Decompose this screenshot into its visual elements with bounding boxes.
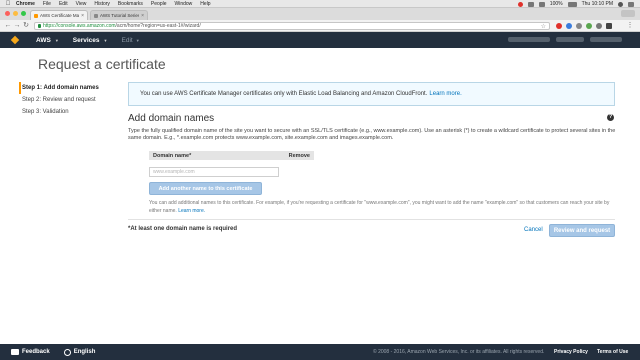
section-heading: Add domain names xyxy=(128,113,215,124)
console-footer: Feedback English © 2008 - 2016, Amazon W… xyxy=(0,344,640,360)
tab-aws-certificate-manager[interactable]: AWS Certificate Manager × xyxy=(30,10,88,20)
address-bar[interactable]: https://console.aws.amazon.com/acm/home?… xyxy=(34,22,550,30)
chevron-down-icon[interactable]: ▼ xyxy=(55,38,59,43)
section-description: Type the fully qualified domain name of … xyxy=(128,128,616,141)
menu-help[interactable]: Help xyxy=(200,1,210,7)
review-and-request-button[interactable]: Review and request xyxy=(549,224,615,237)
region-menu[interactable] xyxy=(556,37,584,42)
extension-icon[interactable] xyxy=(576,23,582,29)
add-another-name-button[interactable]: Add another name to this certificate xyxy=(149,182,262,195)
learn-more-link[interactable]: Learn more. xyxy=(429,91,461,97)
copyright-text: © 2008 - 2016, Amazon Web Services, Inc.… xyxy=(373,349,545,355)
chevron-down-icon[interactable]: ▼ xyxy=(136,38,140,43)
step-review-and-request[interactable]: Step 2: Review and request xyxy=(22,94,99,106)
step-add-domain-names[interactable]: Step 1: Add domain names xyxy=(19,82,99,94)
table-header: Domain name* Remove xyxy=(149,151,314,160)
menu-history[interactable]: History xyxy=(94,1,110,7)
maximize-window-icon[interactable] xyxy=(21,11,26,16)
support-menu[interactable] xyxy=(590,37,622,42)
bookmark-star-icon[interactable]: ☆ xyxy=(541,23,546,30)
os-menu-bar:  Chrome File Edit View History Bookmark… xyxy=(0,0,640,8)
forward-arrow-icon[interactable]: → xyxy=(13,22,21,30)
reload-icon[interactable]: ↻ xyxy=(22,22,30,30)
browser-toolbar: ← → ↻ https://console.aws.amazon.com/acm… xyxy=(0,20,640,32)
help-icon[interactable]: ? xyxy=(607,114,614,121)
info-banner: You can use AWS Certificate Manager cert… xyxy=(128,82,615,106)
info-text: You can use AWS Certificate Manager cert… xyxy=(140,91,428,97)
additional-names-hint: You can add additional names to this cer… xyxy=(149,199,615,215)
tab-aws-tutorial-series[interactable]: AWS Tutorial Series - Ba × xyxy=(90,10,148,20)
close-window-icon[interactable] xyxy=(5,11,10,16)
wifi-icon[interactable] xyxy=(527,1,534,7)
battery-percent: 100% xyxy=(549,1,563,7)
url-text: https://console.aws.amazon.com/acm/home?… xyxy=(43,23,201,29)
edit-menu[interactable]: Edit xyxy=(122,37,133,44)
battery-icon[interactable] xyxy=(567,1,577,7)
menu-edit[interactable]: Edit xyxy=(59,1,68,7)
page-title: Request a certificate xyxy=(38,56,166,72)
step-validation[interactable]: Step 3: Validation xyxy=(22,106,99,118)
language-label: English xyxy=(73,349,96,355)
menu-view[interactable]: View xyxy=(76,1,87,7)
extension-icon[interactable] xyxy=(596,23,602,29)
notification-center-icon[interactable] xyxy=(628,1,634,7)
domain-name-input[interactable] xyxy=(149,167,279,177)
language-selector[interactable]: English xyxy=(63,348,96,356)
page-favicon-icon xyxy=(94,13,98,18)
tab-close-icon[interactable]: × xyxy=(141,13,144,19)
extension-icon[interactable] xyxy=(586,23,592,29)
chrome-menu-icon[interactable]: ⋮ xyxy=(626,22,634,30)
minimize-window-icon[interactable] xyxy=(13,11,18,16)
cancel-link[interactable]: Cancel xyxy=(524,227,543,233)
required-note: *At least one domain name is required xyxy=(128,226,238,232)
globe-icon xyxy=(63,348,71,356)
account-menu[interactable] xyxy=(508,37,550,42)
services-menu[interactable]: Services xyxy=(73,37,100,44)
feedback-label: Feedback xyxy=(22,349,50,355)
clock[interactable]: Thu 10:10 PM xyxy=(582,1,613,7)
spotlight-icon[interactable] xyxy=(618,1,623,7)
chevron-down-icon[interactable]: ▼ xyxy=(104,38,108,43)
column-domain-name: Domain name* xyxy=(153,152,192,159)
profile-button[interactable] xyxy=(621,10,635,17)
learn-more-link[interactable]: Learn more. xyxy=(178,208,205,214)
wizard-steps: Step 1: Add domain names Step 2: Review … xyxy=(19,82,99,118)
extension-icon[interactable] xyxy=(566,23,572,29)
menu-people[interactable]: People xyxy=(151,1,167,7)
column-remove: Remove xyxy=(288,152,310,159)
opera-icon[interactable] xyxy=(517,1,523,7)
menu-bookmarks[interactable]: Bookmarks xyxy=(118,1,143,7)
tab-label: AWS Tutorial Series - Ba xyxy=(100,13,140,18)
tab-label: AWS Certificate Manager xyxy=(40,13,80,18)
feedback-button[interactable]: Feedback xyxy=(11,349,50,355)
privacy-policy-link[interactable]: Privacy Policy xyxy=(554,349,588,355)
aws-menu[interactable]: AWS xyxy=(36,37,51,44)
menu-window[interactable]: Window xyxy=(175,1,193,7)
menu-app-name[interactable]: Chrome xyxy=(16,1,35,7)
browser-tab-strip: AWS Certificate Manager × AWS Tutorial S… xyxy=(0,8,640,20)
divider xyxy=(128,219,615,220)
aws-favicon-icon xyxy=(34,13,38,18)
extension-icon[interactable] xyxy=(606,23,612,29)
terms-of-use-link[interactable]: Terms of Use xyxy=(597,349,628,355)
volume-icon[interactable] xyxy=(538,1,545,7)
tab-close-icon[interactable]: × xyxy=(81,13,84,19)
speech-bubble-icon xyxy=(11,349,19,355)
extension-icon[interactable] xyxy=(556,23,562,29)
aws-console-nav: AWS ▼ Services ▼ Edit ▼ xyxy=(0,32,640,48)
menu-file[interactable]: File xyxy=(43,1,51,7)
apple-icon[interactable]:  xyxy=(0,1,16,7)
window-controls xyxy=(5,11,26,16)
aws-logo-icon[interactable] xyxy=(10,35,20,45)
domain-names-table: Domain name* Remove xyxy=(149,151,314,178)
lock-icon xyxy=(38,24,41,28)
hint-text: You can add additional names to this cer… xyxy=(149,200,610,214)
menu-extras: 100% Thu 10:10 PM xyxy=(517,0,634,8)
back-arrow-icon[interactable]: ← xyxy=(4,22,12,30)
